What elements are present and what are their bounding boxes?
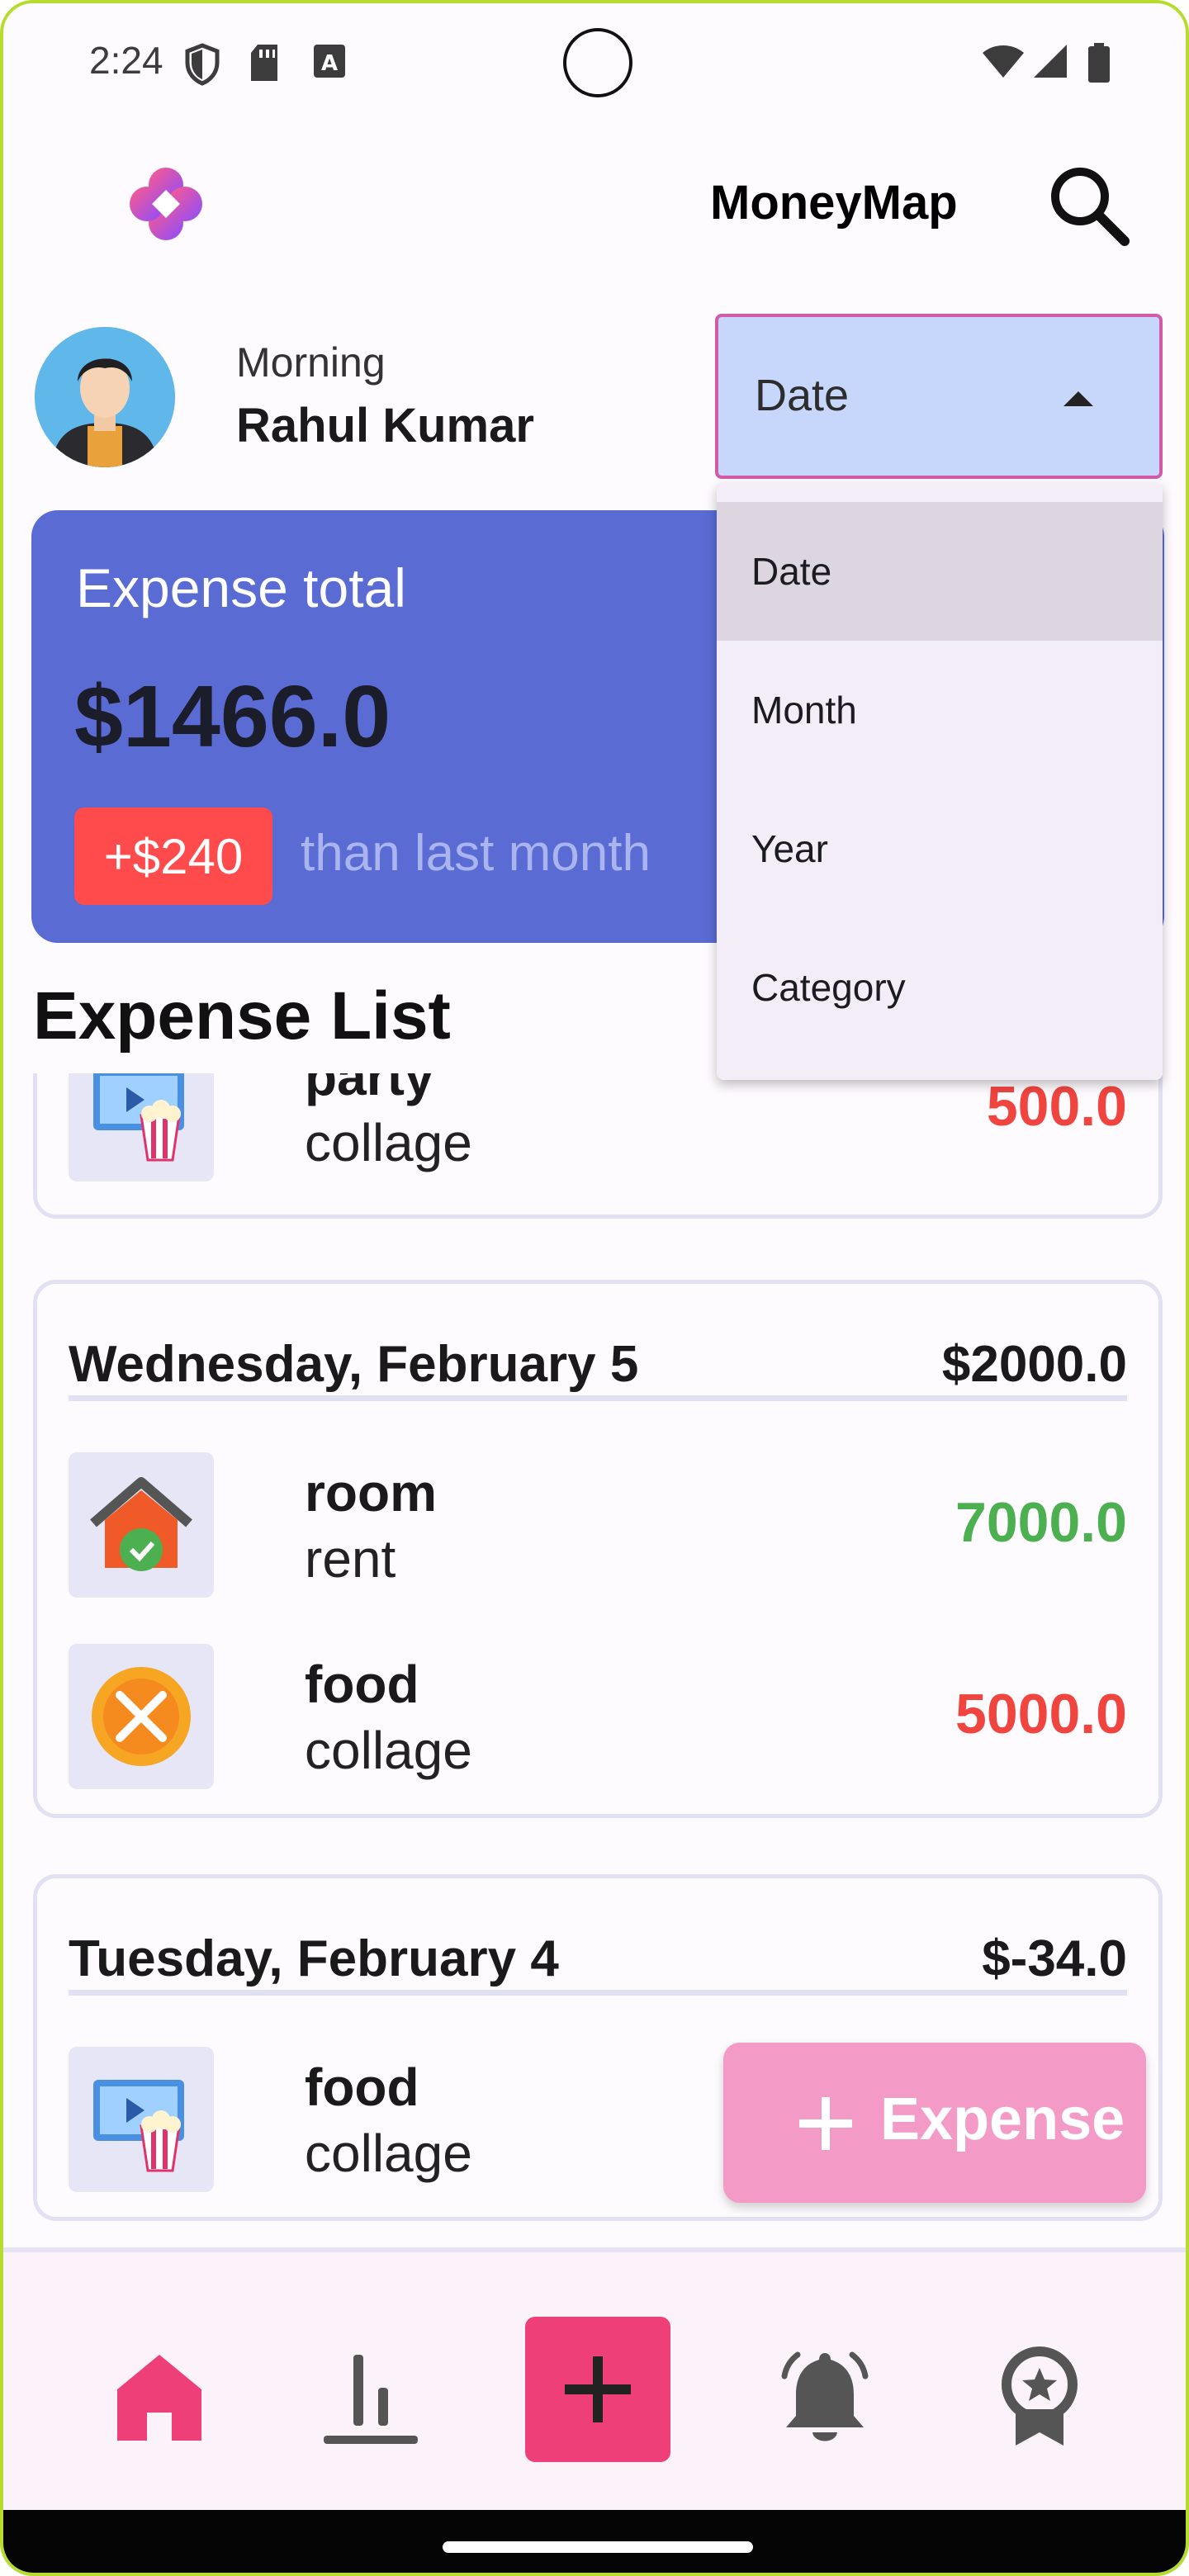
day-header: Wednesday, February 5 $2000.0 (69, 1335, 1127, 1401)
text-a-icon: A (314, 45, 345, 78)
avatar-illustration (35, 327, 175, 467)
add-expense-button[interactable]: Expense (723, 2043, 1146, 2203)
svg-text:A: A (321, 51, 338, 76)
summary-amount: $1466.0 (74, 668, 391, 765)
item-amount: 500.0 (986, 1075, 1127, 1138)
day-card: Wednesday, February 5 $2000.0 room rent … (33, 1280, 1163, 1818)
home-icon[interactable] (106, 2343, 213, 2451)
add-expense-label: Expense (880, 2086, 1125, 2152)
bottom-navigation (3, 2247, 1186, 2512)
stats-icon[interactable] (317, 2343, 424, 2451)
front-camera (563, 28, 632, 97)
item-title: food (305, 1655, 419, 1714)
dropdown-option-category[interactable]: Category (717, 918, 1163, 1057)
item-subtitle: collage (305, 1721, 472, 1780)
app-logo-icon (130, 168, 202, 240)
day-card: party collage 500.0 (33, 1073, 1163, 1219)
caret-up-icon (1063, 391, 1093, 406)
item-title: food (305, 2057, 419, 2117)
filter-dropdown[interactable]: Date (715, 314, 1163, 479)
item-title: party (305, 1073, 434, 1106)
filter-dropdown-menu: Date Month Year Category (717, 482, 1163, 1080)
day-total: $-34.0 (982, 1930, 1127, 1987)
avatar[interactable] (35, 327, 175, 467)
dropdown-option-date[interactable]: Date (717, 502, 1163, 641)
dropdown-option-year[interactable]: Year (717, 779, 1163, 918)
food-fork-knife-icon (69, 1644, 214, 1789)
plus-icon (799, 2097, 852, 2150)
movie-popcorn-icon (69, 2047, 214, 2192)
app-title: MoneyMap (710, 176, 958, 230)
summary-label: Expense total (76, 557, 406, 618)
item-subtitle: collage (305, 2124, 472, 2183)
search-icon[interactable] (1044, 160, 1135, 251)
item-title: room (305, 1463, 437, 1522)
movie-popcorn-icon (69, 1073, 214, 1181)
day-header: Tuesday, February 4 $-34.0 (69, 1930, 1127, 1996)
list-item[interactable]: room rent 7000.0 (69, 1452, 1127, 1601)
item-amount: 7000.0 (955, 1491, 1127, 1554)
status-bar: 2:24 A (3, 3, 1186, 119)
bell-icon[interactable] (771, 2343, 879, 2451)
greeting-text: Morning (236, 339, 386, 386)
list-item[interactable]: party collage 500.0 (69, 1073, 1127, 1185)
battery-icon (1088, 43, 1110, 83)
list-item[interactable]: food collage 5000.0 (69, 1644, 1127, 1792)
item-subtitle: rent (305, 1529, 396, 1589)
phone-screen: 2:24 A MoneyMap Morning Rahul Kumar Expe… (0, 0, 1189, 2576)
signal-icon (1034, 45, 1067, 78)
wifi-icon (983, 45, 1024, 78)
add-icon[interactable] (525, 2317, 670, 2462)
house-icon (69, 1452, 214, 1598)
sd-card-icon (251, 45, 277, 81)
filter-dropdown-value: Date (755, 371, 850, 420)
day-total: $2000.0 (941, 1336, 1127, 1393)
award-icon[interactable] (986, 2343, 1093, 2451)
change-badge: +$240 (74, 807, 272, 905)
shield-icon (185, 43, 220, 86)
system-navigation-bar (3, 2510, 1186, 2573)
item-subtitle: collage (305, 1113, 472, 1172)
expense-list-title: Expense List (33, 978, 451, 1054)
day-date: Wednesday, February 5 (69, 1336, 639, 1393)
status-time: 2:24 (89, 39, 163, 82)
day-date: Tuesday, February 4 (69, 1930, 559, 1987)
user-name: Rahul Kumar (236, 399, 534, 452)
change-note: than last month (301, 825, 651, 882)
item-amount: 5000.0 (955, 1683, 1127, 1745)
dropdown-option-month[interactable]: Month (717, 641, 1163, 779)
home-gesture-handle[interactable] (443, 2541, 753, 2553)
plus-icon (565, 2356, 631, 2422)
